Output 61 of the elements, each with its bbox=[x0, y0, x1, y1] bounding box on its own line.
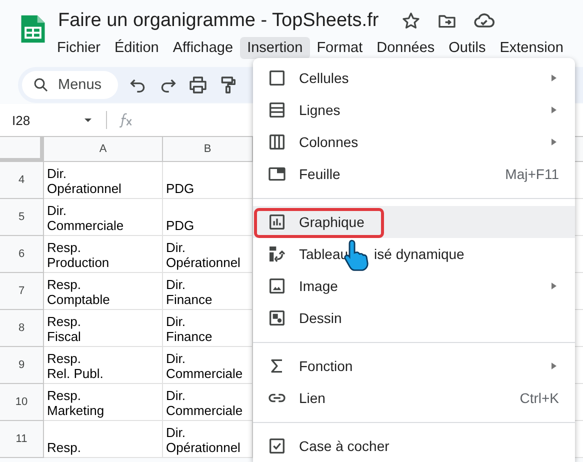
columns-icon bbox=[267, 132, 287, 152]
rows-icon bbox=[267, 100, 287, 120]
table-cell: Dir. Opérationnel bbox=[166, 425, 240, 455]
row-header[interactable]: 4 bbox=[0, 162, 44, 199]
menu-item[interactable]: Format bbox=[310, 37, 370, 59]
image-icon bbox=[267, 276, 287, 296]
menu-item[interactable]: Cellules bbox=[253, 62, 575, 94]
menu-item[interactable]: Affichage bbox=[166, 37, 240, 59]
table-cell: Dir. Opérationnel bbox=[166, 240, 240, 270]
menu-item[interactable]: Lien Ctrl+K bbox=[253, 382, 575, 414]
table-cell: Resp. Production bbox=[47, 240, 110, 270]
menu-item[interactable]: Feuille Maj+F11 bbox=[253, 158, 575, 190]
menu-item[interactable]: Lignes bbox=[253, 94, 575, 126]
menu-item[interactable]: Graphique bbox=[253, 206, 575, 238]
row-header[interactable]: 7 bbox=[0, 273, 44, 310]
row-header[interactable]: 10 bbox=[0, 384, 44, 421]
table-cell: Dir. Opérationnel bbox=[47, 166, 122, 196]
menu-item[interactable]: Dessin bbox=[253, 302, 575, 334]
table-cell: Dir. Commerciale bbox=[166, 388, 243, 418]
print-icon[interactable] bbox=[188, 75, 208, 95]
checkbox-icon bbox=[267, 436, 287, 456]
menu-item[interactable]: Image bbox=[253, 270, 575, 302]
row-header[interactable]: 11 bbox=[0, 421, 44, 458]
table-cell: PDG bbox=[166, 181, 194, 196]
menu-item[interactable]: Données bbox=[370, 37, 442, 59]
row-header[interactable]: 9 bbox=[0, 347, 44, 384]
row-header[interactable]: 5 bbox=[0, 199, 44, 236]
menu-item[interactable]: Fichier bbox=[50, 37, 108, 59]
menu-item[interactable]: Colonnes bbox=[253, 126, 575, 158]
menu-item[interactable]: Tableau isé dynamique bbox=[253, 238, 575, 270]
column-header[interactable]: B bbox=[163, 137, 253, 162]
row-header[interactable]: 8 bbox=[0, 310, 44, 347]
search-icon bbox=[32, 76, 50, 94]
pivot-table-icon bbox=[267, 244, 287, 264]
bar-chart-icon bbox=[267, 212, 287, 232]
table-cell: Resp. Comptable bbox=[47, 277, 110, 307]
table-cell: Resp. Fiscal bbox=[47, 314, 81, 344]
column-header[interactable]: A bbox=[44, 137, 163, 162]
menu-item[interactable]: Insertion bbox=[240, 37, 310, 59]
name-box[interactable]: I28 bbox=[0, 112, 82, 128]
document-title[interactable]: Faire un organigramme - TopSheets.fr bbox=[58, 10, 379, 32]
table-cell: Resp. Marketing bbox=[47, 388, 104, 418]
cell-square-icon bbox=[267, 68, 287, 88]
table-cell: Dir. Finance bbox=[166, 314, 212, 344]
star-icon[interactable] bbox=[400, 11, 421, 31]
drawing-icon bbox=[267, 308, 287, 328]
shortcut-label: Maj+F11 bbox=[505, 166, 559, 182]
menu-item[interactable]: Édition bbox=[108, 37, 166, 59]
table-cell: Dir. Commerciale bbox=[166, 351, 243, 381]
table-cell: Dir. Commerciale bbox=[47, 203, 124, 233]
row-header[interactable]: 6 bbox=[0, 236, 44, 273]
table-cell: PDG bbox=[166, 218, 194, 233]
menu-item[interactable]: Case à cocher bbox=[253, 430, 575, 462]
table-cell: Dir. Finance bbox=[166, 277, 212, 307]
menu-item[interactable]: Outils bbox=[442, 37, 493, 59]
menu-item[interactable]: Fonction bbox=[253, 350, 575, 382]
table-cell: Resp. Rel. Publ. bbox=[47, 351, 104, 381]
menu-item[interactable]: Extension bbox=[492, 37, 570, 59]
shortcut-label: Ctrl+K bbox=[520, 390, 559, 406]
table-cell: Resp. bbox=[47, 440, 81, 455]
menus-search-button[interactable]: Menus bbox=[22, 71, 118, 99]
